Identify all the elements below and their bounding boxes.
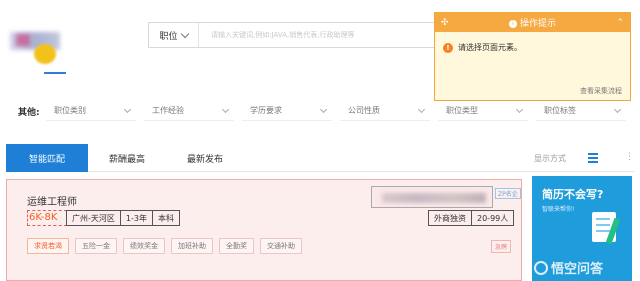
view-collect-flow-link[interactable]: 查看采集流程 [580, 86, 622, 96]
welfare-tag: 全勤奖 [219, 238, 254, 254]
urgent-badge: 急聘 [490, 240, 511, 253]
welfare-tags: 求贤若渴 五险一金 绩效奖金 加班补助 全勤奖 交通补助 [27, 238, 308, 254]
move-icon[interactable]: ✣ [441, 18, 449, 28]
ad-subtitle: 智联来帮你! [542, 206, 575, 213]
job-meta: 广州-天河区 1-3年 本科 [66, 210, 180, 226]
tip-title: i 操作提示 [449, 16, 617, 29]
welfare-tag: 绩效奖金 [123, 238, 165, 254]
nav-active-underline [44, 72, 66, 74]
tip-header[interactable]: ✣ i 操作提示 ⌃ [435, 13, 630, 32]
job-title[interactable]: 运维工程师 [27, 193, 77, 208]
search-type-label: 职位 [159, 31, 178, 42]
welfare-tag: 交通补助 [260, 238, 302, 254]
resume-ad-banner[interactable]: 简历不会写? 智联来帮你! 悟空问答 [532, 176, 632, 281]
filter-company-type[interactable]: 公司性质 [340, 101, 430, 121]
ad-title: 简历不会写? [542, 188, 604, 201]
sort-tabs: 智能匹配 薪酬最高 最新发布 显示方式 ⋮ [6, 144, 634, 172]
job-card[interactable]: 运维工程师 6K-8K 广州-天河区 1-3年 本科 ZP名企 外商独资 20-… [6, 179, 522, 281]
welfare-tag: 五险一金 [75, 238, 117, 254]
chevron-down-icon [515, 105, 524, 113]
chevron-down-icon [123, 105, 132, 113]
chevron-down-icon [221, 105, 230, 113]
tab-smart-match[interactable]: 智能匹配 [6, 144, 88, 172]
list-view-icon[interactable] [588, 153, 598, 163]
filter-education[interactable]: 学历要求 [242, 101, 332, 121]
filter-job-type[interactable]: 职位类型 [438, 101, 528, 121]
watermark: 悟空问答 [534, 258, 603, 277]
company-name-blurred[interactable] [371, 186, 493, 208]
tip-message: ! 请选择页面元素。 [435, 32, 630, 53]
job-salary: 6K-8K [29, 212, 58, 223]
site-logo[interactable] [6, 22, 66, 64]
search-type-select[interactable]: 职位 [149, 23, 199, 47]
company-size: 20-99人 [471, 210, 515, 226]
tip-message-text: 请选择页面元素。 [458, 43, 522, 52]
chevron-down-icon [613, 105, 622, 113]
job-education: 本科 [151, 210, 180, 226]
info-icon: i [508, 19, 517, 28]
zp-badge: ZP名企 [495, 188, 521, 199]
job-location: 广州-天河区 [66, 210, 121, 226]
warning-icon: ! [443, 42, 453, 53]
company-type: 外商独资 [428, 210, 472, 226]
grid-view-icon[interactable]: ⋮ [625, 152, 634, 162]
filter-job-tag[interactable]: 职位标签 [536, 101, 626, 121]
chevron-down-icon [417, 105, 426, 113]
chevron-down-icon [319, 105, 328, 113]
company-info: 外商独资 20-99人 [428, 210, 515, 226]
watermark-logo-icon [534, 260, 548, 275]
collapse-icon[interactable]: ⌃ [616, 18, 624, 28]
chevron-down-icon [180, 29, 189, 38]
tab-highest-salary[interactable]: 薪酬最高 [88, 144, 166, 172]
filter-label: 其他: [18, 108, 40, 118]
job-search-page: 职位 请输入关键词,例如:JAVA,销售代表,行政助理等 ✣ i 操作提示 ⌃ !… [0, 0, 640, 281]
display-mode-label: 显示方式 [534, 154, 566, 163]
job-experience: 1-3年 [119, 210, 153, 226]
welfare-tag: 加班补助 [171, 238, 213, 254]
tab-latest[interactable]: 最新发布 [166, 144, 244, 172]
search-input[interactable]: 请输入关键词,例如:JAVA,销售代表,行政助理等 [199, 30, 354, 40]
welfare-tag: 求贤若渴 [27, 238, 69, 254]
filter-experience[interactable]: 工作经验 [144, 101, 234, 121]
filter-job-category[interactable]: 职位类别 [46, 101, 136, 121]
filter-row: 其他: 职位类别 工作经验 学历要求 公司性质 职位类型 职位标签 [0, 101, 640, 121]
operation-tip-panel: ✣ i 操作提示 ⌃ ! 请选择页面元素。 查看采集流程 [434, 12, 631, 101]
